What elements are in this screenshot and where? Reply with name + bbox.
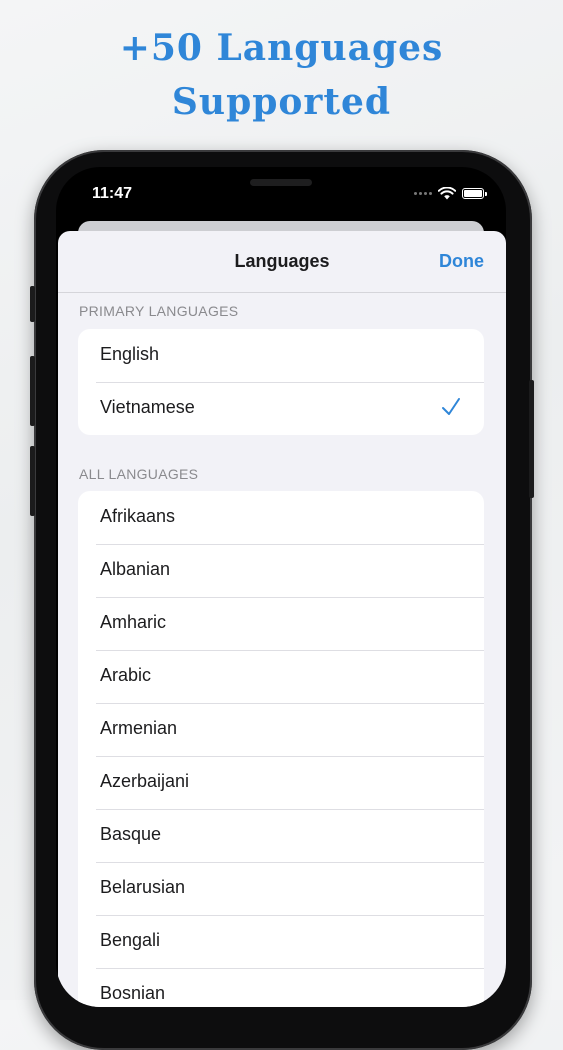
headline-line-1: +50 Languages: [119, 27, 444, 69]
language-row[interactable]: Amharic: [78, 597, 484, 650]
language-label: Vietnamese: [100, 397, 195, 417]
language-label: Bengali: [100, 930, 161, 950]
language-row[interactable]: Albanian: [78, 544, 484, 597]
language-label: Azerbaijani: [100, 771, 190, 791]
status-time: 11:47: [92, 185, 133, 202]
phone-silent-switch: [30, 286, 35, 322]
language-row[interactable]: Basque: [78, 809, 484, 862]
language-label: Bosnian: [100, 983, 166, 1003]
wifi-icon: [438, 187, 456, 200]
battery-icon: [462, 188, 487, 199]
phone-volume-up: [30, 356, 35, 426]
checkmark-icon: [442, 398, 460, 415]
language-label: Afrikaans: [100, 506, 176, 526]
language-row[interactable]: Bengali: [78, 915, 484, 968]
language-row[interactable]: Azerbaijani: [78, 756, 484, 809]
language-row[interactable]: Afrikaans: [78, 491, 484, 544]
language-row[interactable]: Armenian: [78, 703, 484, 756]
phone-screen: 11:47 Languages Done PRIMARY LANGUAGES E…: [56, 167, 506, 1007]
primary-languages-list: English Vietnamese: [78, 329, 484, 435]
signal-dots-icon: [414, 192, 432, 195]
phone-power-button: [529, 380, 534, 498]
sheet-nav-bar: Languages Done: [58, 231, 506, 293]
languages-sheet: Languages Done PRIMARY LANGUAGES English…: [58, 231, 506, 1007]
language-row[interactable]: Bosnian: [78, 968, 484, 1007]
headline-line-2: Supported: [171, 81, 392, 123]
done-button[interactable]: Done: [439, 251, 484, 272]
all-languages-list: Afrikaans Albanian Amharic Arabic Armeni…: [78, 491, 484, 1007]
all-languages-header: ALL LANGUAGES: [79, 466, 199, 482]
status-icons: [414, 187, 487, 200]
language-label: Albanian: [100, 559, 171, 579]
speaker-grille: [250, 179, 312, 186]
language-label: English: [100, 344, 160, 364]
language-row[interactable]: Arabic: [78, 650, 484, 703]
phone-volume-down: [30, 446, 35, 516]
primary-languages-header: PRIMARY LANGUAGES: [79, 303, 239, 319]
language-label: Basque: [100, 824, 162, 844]
language-label: Amharic: [100, 612, 167, 632]
language-label: Belarusian: [100, 877, 186, 897]
language-label: Arabic: [100, 665, 152, 685]
language-label: Armenian: [100, 718, 178, 738]
language-row-english[interactable]: English: [78, 329, 484, 382]
language-row[interactable]: Belarusian: [78, 862, 484, 915]
language-row-vietnamese[interactable]: Vietnamese: [78, 382, 484, 435]
